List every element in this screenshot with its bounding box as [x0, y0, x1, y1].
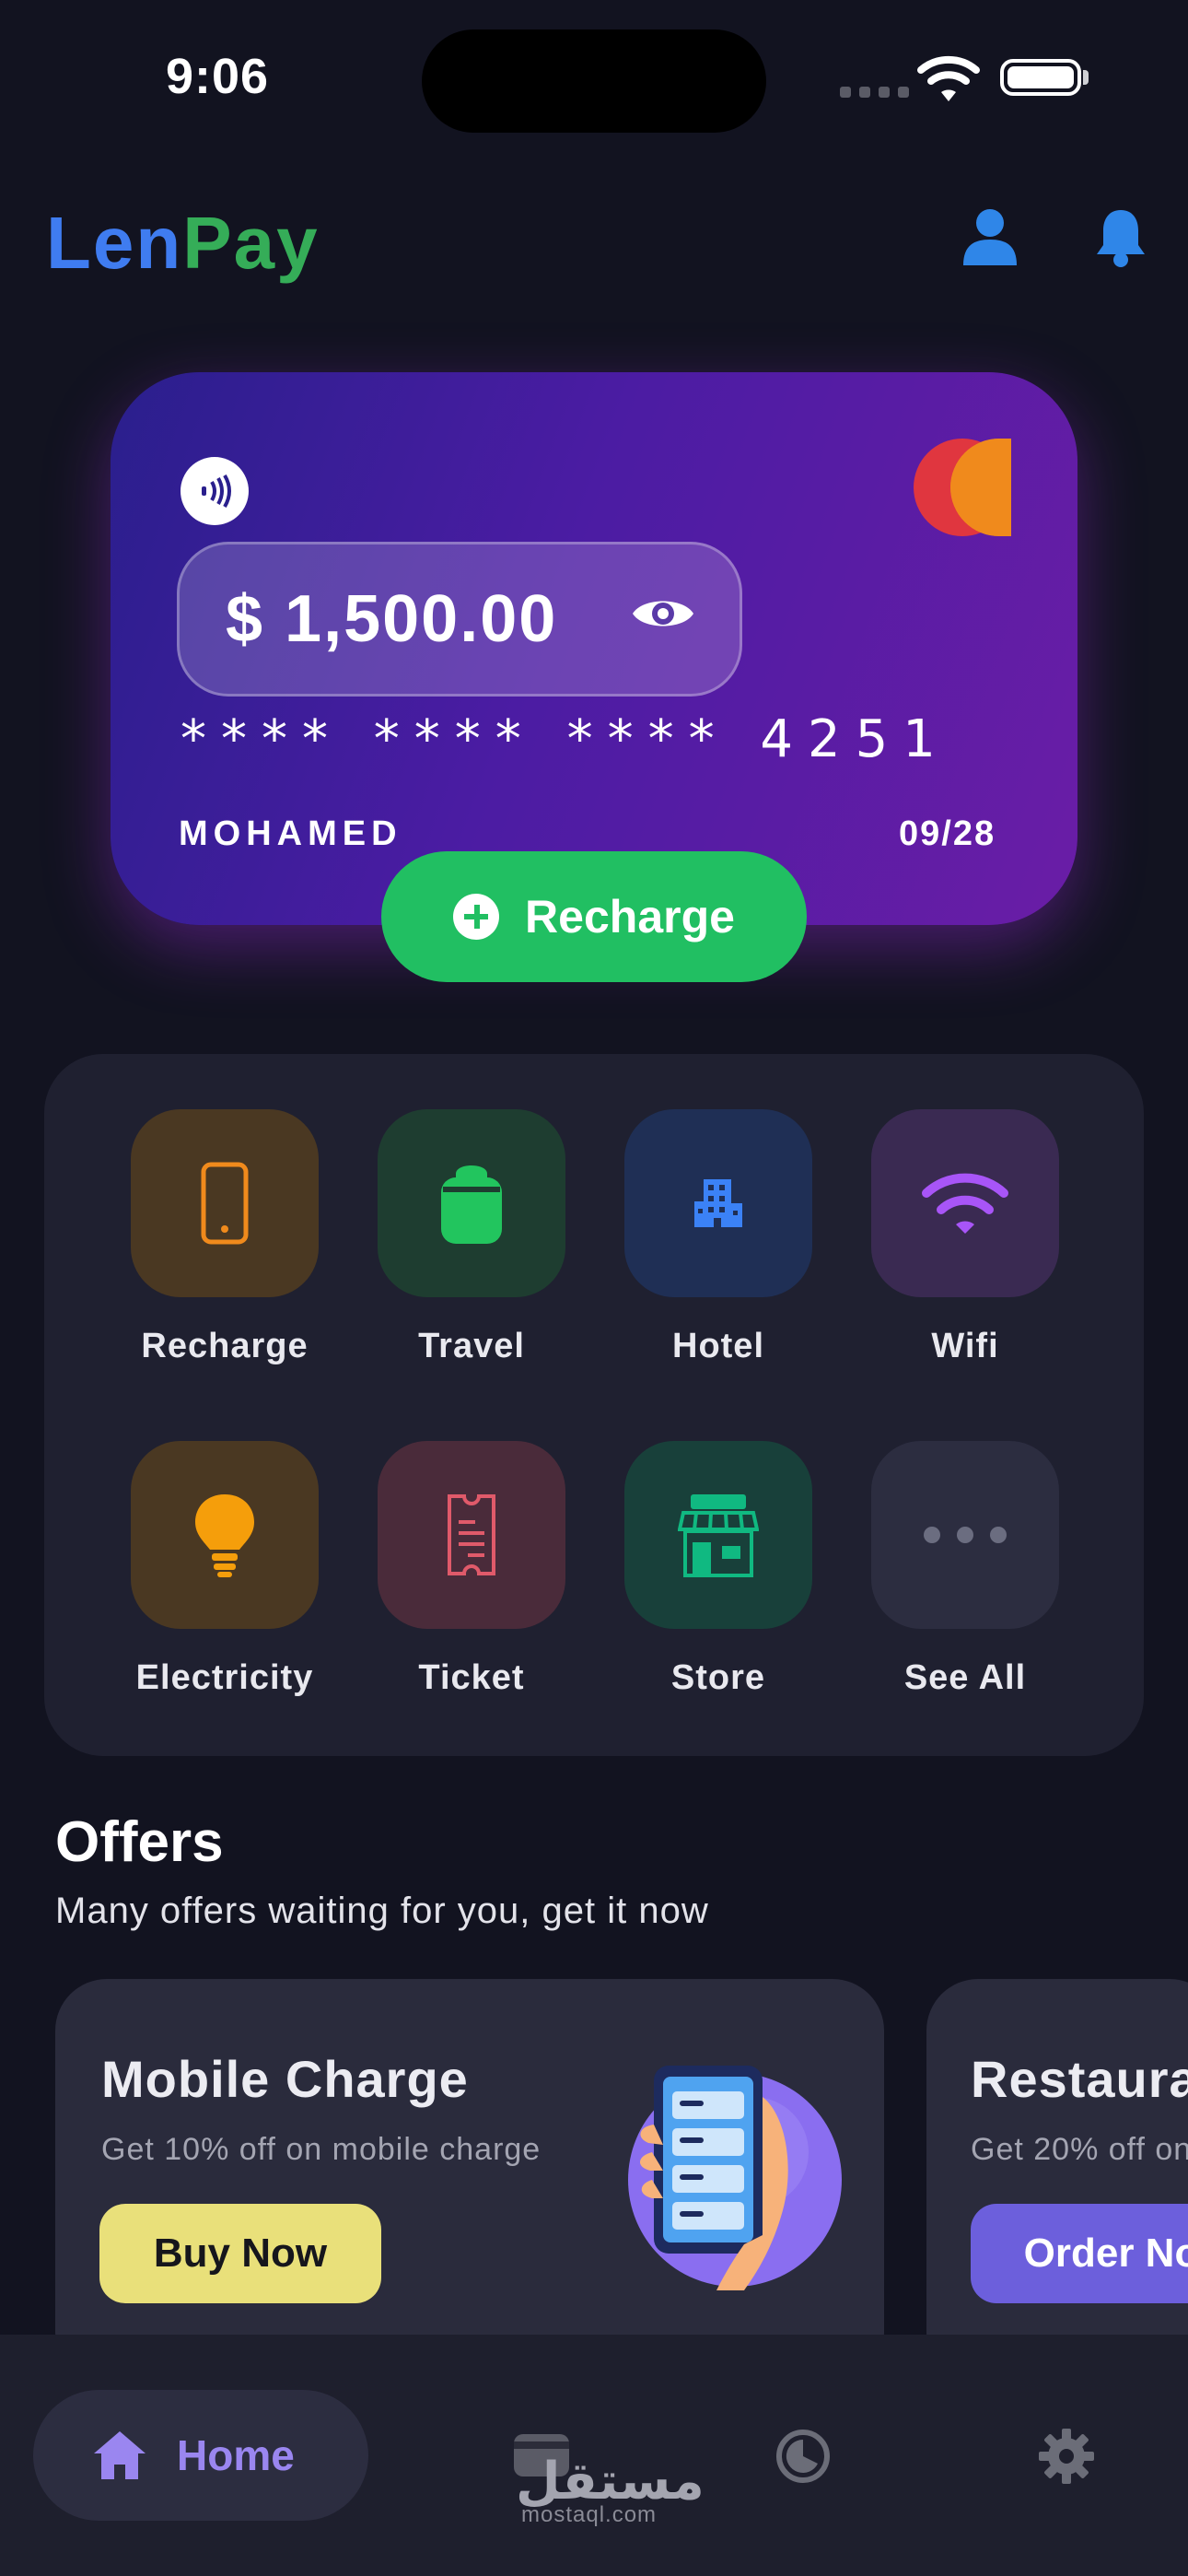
- service-store[interactable]: [624, 1441, 812, 1629]
- bulb-icon: [195, 1494, 254, 1577]
- service-ticket[interactable]: [378, 1441, 565, 1629]
- service-label: Ticket: [418, 1658, 525, 1697]
- card-holder: MOHAMED: [179, 814, 402, 853]
- history-icon[interactable]: [774, 2427, 833, 2486]
- app-logo: LenPay: [46, 202, 320, 284]
- store-icon: [678, 1494, 759, 1577]
- service-label: Electricity: [135, 1658, 314, 1697]
- phone-hand-illustration: [628, 2066, 842, 2290]
- ticket-icon: [448, 1494, 495, 1575]
- battery-icon: [1000, 59, 1081, 96]
- home-icon: [94, 2431, 146, 2479]
- offer-card-mobile-charge[interactable]: Mobile Charge Get 10% off on mobile char…: [55, 1979, 884, 2384]
- service-hotel[interactable]: [624, 1109, 812, 1297]
- contactless-icon: [181, 457, 249, 525]
- bell-icon[interactable]: [1094, 206, 1147, 269]
- service-recharge[interactable]: [131, 1109, 319, 1297]
- wifi-status-icon: [917, 55, 980, 101]
- buy-now-button[interactable]: Buy Now: [99, 2204, 381, 2303]
- service-label: Travel: [418, 1327, 525, 1365]
- cellular-signal-icon: [840, 87, 909, 98]
- recharge-button-label: Recharge: [525, 891, 735, 943]
- service-label: See All: [903, 1658, 1027, 1697]
- card-number: **** **** **** 4251: [181, 709, 950, 769]
- phone-icon: [201, 1162, 249, 1245]
- offers-subtitle: Many offers waiting for you, get it now: [55, 1891, 709, 1931]
- offer-title: Mobile Charge: [101, 2050, 469, 2108]
- service-label: Recharge: [141, 1327, 309, 1365]
- balance-amount: $ 1,500.00: [226, 582, 558, 656]
- nav-home-label: Home: [177, 2431, 295, 2479]
- offer-title: Restaura: [971, 2050, 1188, 2108]
- offer-subtitle: Get 10% off on mobile charge: [101, 2132, 542, 2167]
- wifi-icon: [922, 1173, 1008, 1234]
- more-icon: [924, 1527, 1007, 1543]
- service-label: Store: [670, 1658, 766, 1697]
- service-wifi[interactable]: [871, 1109, 1059, 1297]
- service-label: Wifi: [931, 1327, 999, 1365]
- building-icon: [694, 1179, 742, 1227]
- service-electricity[interactable]: [131, 1441, 319, 1629]
- watermark-url: mostaql.com: [521, 2502, 658, 2527]
- offer-subtitle: Get 20% off on: [971, 2132, 1188, 2167]
- service-travel[interactable]: [378, 1109, 565, 1297]
- nav-home[interactable]: Home: [33, 2390, 368, 2521]
- service-label: Hotel: [672, 1327, 764, 1365]
- dynamic-island: [422, 29, 766, 133]
- plus-icon: [453, 894, 500, 940]
- eye-icon[interactable]: [630, 591, 696, 636]
- card-expiry: 09/28: [899, 814, 996, 853]
- offers-title: Offers: [55, 1810, 224, 1874]
- bag-icon: [441, 1165, 502, 1244]
- settings-icon[interactable]: [1037, 2427, 1096, 2486]
- order-now-button[interactable]: Order No: [971, 2204, 1188, 2303]
- user-icon[interactable]: [961, 208, 1019, 267]
- status-time: 9:06: [166, 49, 270, 104]
- service-see-all[interactable]: [871, 1441, 1059, 1629]
- recharge-button[interactable]: Recharge: [381, 851, 807, 982]
- offer-card-restaurant[interactable]: Restaura Get 20% off on Order No: [926, 1979, 1188, 2384]
- battery-cap: [1083, 70, 1089, 85]
